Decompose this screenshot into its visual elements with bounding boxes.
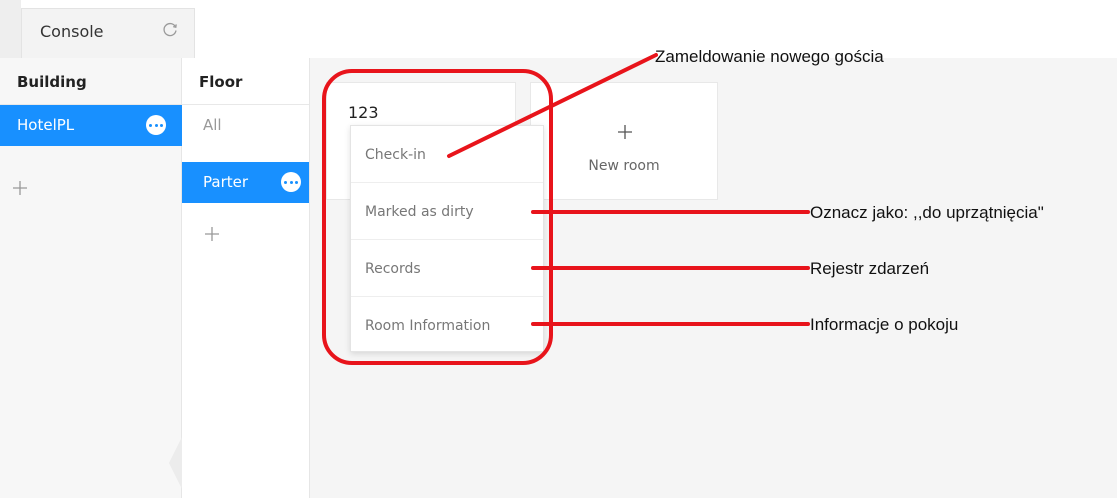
floor-header: Floor xyxy=(182,58,309,105)
menu-item-room-information[interactable]: Room Information xyxy=(351,297,543,354)
tab-label: Console xyxy=(40,22,104,41)
add-floor-icon[interactable] xyxy=(202,224,222,244)
floor-column: Floor All Parter xyxy=(182,58,310,498)
floor-item-all[interactable]: All xyxy=(182,105,309,145)
floor-item-label: Parter xyxy=(203,173,249,191)
annotation-room-info: Informacje o pokoju xyxy=(810,315,959,334)
menu-item-check-in[interactable]: Check-in xyxy=(351,126,543,183)
collapse-handle[interactable] xyxy=(169,437,182,489)
building-header-label: Building xyxy=(17,73,87,91)
add-building-icon[interactable] xyxy=(10,178,30,198)
annotation-records: Rejestr zdarzeń xyxy=(810,259,930,278)
menu-item-label: Marked as dirty xyxy=(365,204,474,220)
more-options-icon[interactable] xyxy=(146,115,166,135)
menu-item-marked-as-dirty[interactable]: Marked as dirty xyxy=(351,183,543,240)
menu-item-records[interactable]: Records xyxy=(351,240,543,297)
menu-item-label: Records xyxy=(365,261,421,277)
plus-icon xyxy=(616,123,634,141)
building-header: Building xyxy=(0,58,181,105)
tab-bar: Console xyxy=(0,0,1117,58)
more-options-icon[interactable] xyxy=(281,172,301,192)
new-room-button[interactable]: New room xyxy=(530,82,718,200)
annotation-dirty: Oznacz jako: ,,do uprzątnięcia" xyxy=(810,203,1044,222)
room-number: 123 xyxy=(348,103,379,122)
annotation-checkin: Zameldowanie nowego gościa xyxy=(655,47,884,66)
tab-bar-strip xyxy=(0,0,21,58)
room-context-menu: Check-in Marked as dirty Records Room In… xyxy=(350,125,544,352)
menu-item-label: Check-in xyxy=(365,147,426,163)
floor-header-label: Floor xyxy=(199,73,243,91)
building-item-hotelpl[interactable]: HotelPL xyxy=(0,105,182,146)
floor-item-label: All xyxy=(203,116,222,134)
tab-console[interactable]: Console xyxy=(21,8,195,58)
building-item-label: HotelPL xyxy=(17,116,75,134)
floor-item-parter[interactable]: Parter xyxy=(182,162,309,203)
refresh-icon[interactable] xyxy=(161,21,179,39)
menu-item-label: Room Information xyxy=(365,318,491,334)
building-sidebar: Building HotelPL xyxy=(0,58,182,498)
new-room-label: New room xyxy=(588,158,660,174)
